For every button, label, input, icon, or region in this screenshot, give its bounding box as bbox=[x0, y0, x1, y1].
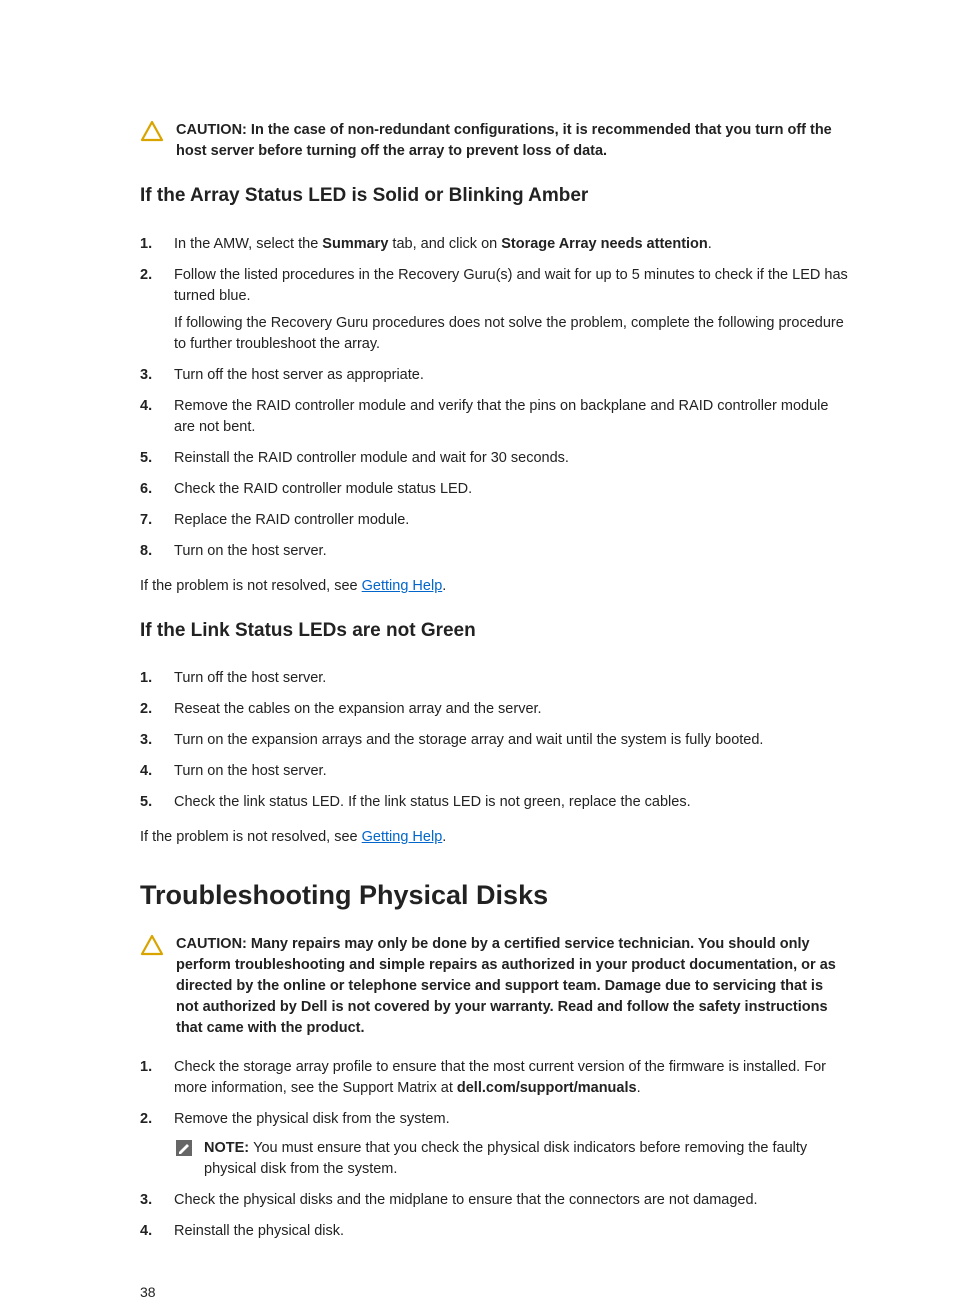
step-item: Remove the RAID controller module and ve… bbox=[140, 396, 849, 438]
step-text-post: . bbox=[708, 236, 712, 252]
step-text: Remove the RAID controller module and ve… bbox=[174, 398, 828, 435]
step-text: Follow the listed procedures in the Reco… bbox=[174, 267, 848, 304]
closing-pre: If the problem is not resolved, see bbox=[140, 578, 362, 594]
step-text: Reseat the cables on the expansion array… bbox=[174, 701, 542, 717]
step-item: Check the physical disks and the midplan… bbox=[140, 1190, 849, 1211]
page-number: 38 bbox=[140, 1282, 849, 1302]
note-text: NOTE: You must ensure that you check the… bbox=[204, 1138, 849, 1180]
step-item: Reinstall the RAID controller module and… bbox=[140, 448, 849, 469]
step-item: Replace the RAID controller module. bbox=[140, 510, 849, 531]
note-block: NOTE: You must ensure that you check the… bbox=[174, 1138, 849, 1180]
step-extra-text: If following the Recovery Guru procedure… bbox=[174, 313, 849, 355]
caution-label: CAUTION: bbox=[176, 936, 251, 952]
step-item: Turn on the expansion arrays and the sto… bbox=[140, 730, 849, 751]
getting-help-link[interactable]: Getting Help bbox=[362, 829, 443, 845]
note-pencil-icon bbox=[174, 1138, 194, 1158]
step-text: Turn on the expansion arrays and the sto… bbox=[174, 732, 763, 748]
steps-list-array-status: In the AMW, select the Summary tab, and … bbox=[140, 234, 849, 562]
heading-link-status-leds: If the Link Status LEDs are not Green bbox=[140, 617, 849, 645]
step-item: Check the RAID controller module status … bbox=[140, 479, 849, 500]
heading-array-status-led: If the Array Status LED is Solid or Blin… bbox=[140, 182, 849, 210]
step-text: Turn off the host server as appropriate. bbox=[174, 367, 424, 383]
caution-triangle-icon bbox=[140, 120, 164, 142]
caution-body: In the case of non-redundant configurati… bbox=[176, 122, 832, 159]
step-text-mid: tab, and click on bbox=[388, 236, 501, 252]
caution-triangle-icon bbox=[140, 934, 164, 956]
step-item: Turn on the host server. bbox=[140, 761, 849, 782]
closing-para-2: If the problem is not resolved, see Gett… bbox=[140, 827, 849, 848]
step-text: Reinstall the RAID controller module and… bbox=[174, 450, 569, 466]
step-item: In the AMW, select the Summary tab, and … bbox=[140, 234, 849, 255]
step-item: Follow the listed procedures in the Reco… bbox=[140, 265, 849, 355]
steps-list-physical-disks: Check the storage array profile to ensur… bbox=[140, 1057, 849, 1242]
step-text: Turn on the host server. bbox=[174, 543, 327, 559]
heading-troubleshooting-physical-disks: Troubleshooting Physical Disks bbox=[140, 876, 849, 915]
step-text: Check the link status LED. If the link s… bbox=[174, 794, 691, 810]
step-text: Check the physical disks and the midplan… bbox=[174, 1192, 758, 1208]
step-text: Replace the RAID controller module. bbox=[174, 512, 409, 528]
step-text-bold: Summary bbox=[322, 236, 388, 252]
steps-list-link-status: Turn off the host server. Reseat the cab… bbox=[140, 668, 849, 813]
step-text: Remove the physical disk from the system… bbox=[174, 1111, 450, 1127]
caution-label: CAUTION: bbox=[176, 122, 251, 138]
note-label: NOTE: bbox=[204, 1140, 253, 1156]
step-item: Turn off the host server as appropriate. bbox=[140, 365, 849, 386]
caution-block-physical-disks: CAUTION: Many repairs may only be done b… bbox=[140, 934, 849, 1039]
closing-para-1: If the problem is not resolved, see Gett… bbox=[140, 576, 849, 597]
step-item: Turn on the host server. bbox=[140, 541, 849, 562]
closing-post: . bbox=[442, 578, 446, 594]
caution-text-physical-disks: CAUTION: Many repairs may only be done b… bbox=[176, 934, 849, 1039]
step-text-bold: dell.com/support/manuals bbox=[457, 1080, 637, 1096]
step-text: Turn on the host server. bbox=[174, 763, 327, 779]
caution-block-top: CAUTION: In the case of non-redundant co… bbox=[140, 120, 849, 162]
step-item: Check the storage array profile to ensur… bbox=[140, 1057, 849, 1099]
step-item: Reseat the cables on the expansion array… bbox=[140, 699, 849, 720]
note-body: You must ensure that you check the physi… bbox=[204, 1140, 807, 1177]
closing-post: . bbox=[442, 829, 446, 845]
step-text-post: . bbox=[637, 1080, 641, 1096]
caution-text-top: CAUTION: In the case of non-redundant co… bbox=[176, 120, 849, 162]
step-text: Check the RAID controller module status … bbox=[174, 481, 472, 497]
step-item: Reinstall the physical disk. bbox=[140, 1221, 849, 1242]
step-text-bold: Storage Array needs attention bbox=[501, 236, 708, 252]
caution-body: Many repairs may only be done by a certi… bbox=[176, 936, 836, 1036]
step-item: Turn off the host server. bbox=[140, 668, 849, 689]
step-text: Reinstall the physical disk. bbox=[174, 1223, 344, 1239]
step-item: Remove the physical disk from the system… bbox=[140, 1109, 849, 1180]
step-text-pre: In the AMW, select the bbox=[174, 236, 322, 252]
step-text: Turn off the host server. bbox=[174, 670, 326, 686]
getting-help-link[interactable]: Getting Help bbox=[362, 578, 443, 594]
closing-pre: If the problem is not resolved, see bbox=[140, 829, 362, 845]
step-item: Check the link status LED. If the link s… bbox=[140, 792, 849, 813]
